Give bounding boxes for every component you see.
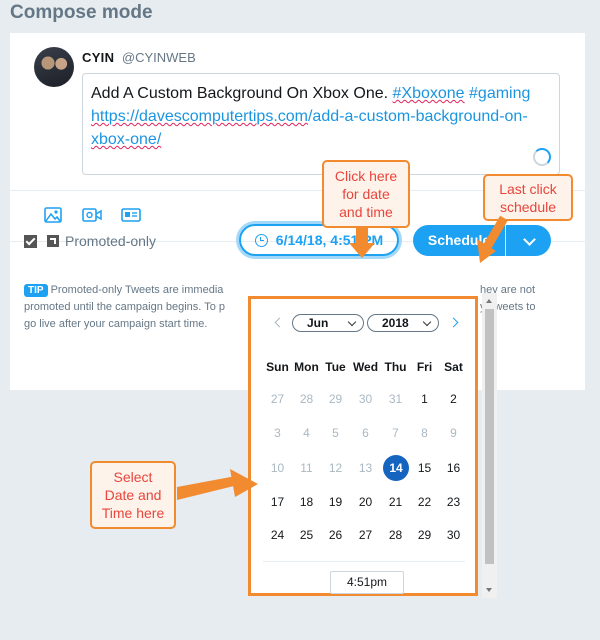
annotation-arrows	[177, 215, 508, 500]
arrow-to-schedule-button	[477, 215, 508, 263]
arrow-to-date-button	[349, 228, 375, 258]
arrow-to-calendar	[177, 469, 258, 500]
